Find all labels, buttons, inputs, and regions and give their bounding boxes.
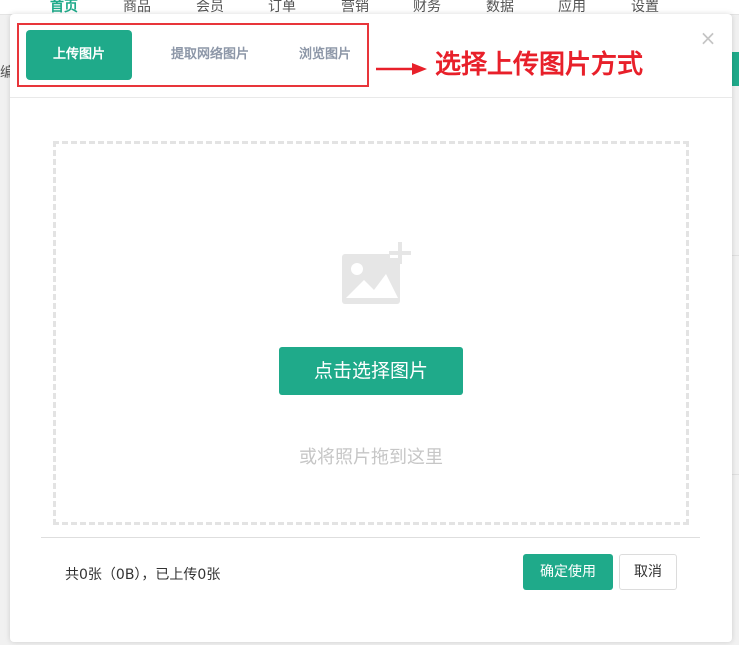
- background-divider: [732, 255, 739, 256]
- nav-item-apps[interactable]: 应用: [558, 0, 586, 14]
- nav-item-home[interactable]: 首页: [50, 0, 78, 14]
- annotation-highlight-box: [17, 23, 369, 87]
- drag-hint-text: 或将照片拖到这里: [299, 447, 443, 468]
- close-icon[interactable]: ×: [698, 28, 718, 48]
- upload-image-modal: 上传图片 提取网络图片 浏览图片 选择上传图片方式 × 点击选择图片 或将照片拖…: [10, 14, 732, 642]
- annotation-arrow-icon: [376, 63, 427, 75]
- drop-zone[interactable]: 点击选择图片 或将照片拖到这里: [53, 141, 689, 525]
- nav-item-settings[interactable]: 设置: [631, 0, 659, 14]
- nav-item-members[interactable]: 会员: [196, 0, 224, 14]
- background-edit-text: 编: [0, 65, 10, 81]
- nav-item-products[interactable]: 商品: [123, 0, 151, 14]
- annotation-label: 选择上传图片方式: [435, 50, 644, 80]
- upload-status-text: 共0张（0B），已上传0张: [65, 567, 221, 583]
- nav-item-data[interactable]: 数据: [486, 0, 514, 14]
- background-divider: [732, 474, 739, 475]
- cancel-button[interactable]: 取消: [619, 554, 677, 590]
- modal-header: 上传图片 提取网络图片 浏览图片 选择上传图片方式 ×: [10, 14, 732, 98]
- nav-item-orders[interactable]: 订单: [268, 0, 296, 14]
- image-plus-icon: [342, 242, 411, 304]
- top-nav-bar: 首页 商品 会员 订单 营销 财务 数据 应用 设置: [0, 0, 739, 15]
- confirm-use-button[interactable]: 确定使用: [523, 554, 613, 590]
- nav-item-finance[interactable]: 财务: [413, 0, 441, 14]
- footer-divider: [41, 537, 700, 538]
- select-image-button[interactable]: 点击选择图片: [279, 347, 463, 395]
- background-button-edge: [732, 52, 739, 86]
- page-background: 首页 商品 会员 订单 营销 财务 数据 应用 设置 编 上传图片 提取网络图片…: [0, 0, 739, 645]
- nav-item-marketing[interactable]: 营销: [341, 0, 369, 14]
